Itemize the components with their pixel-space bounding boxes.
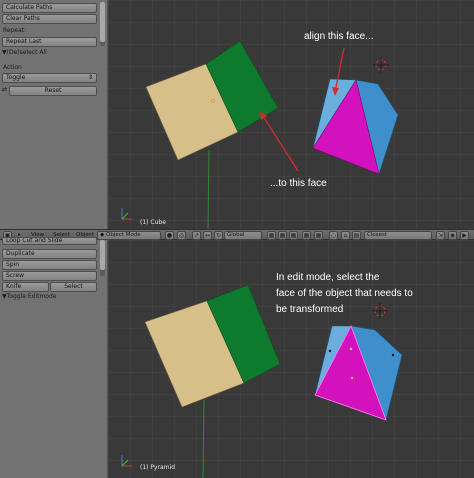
scrollbar-thumb-bottom[interactable] (100, 240, 105, 270)
axis-icon (121, 208, 132, 220)
repeat-heading: Repeat: (3, 27, 27, 34)
orientation-value: Global (227, 232, 245, 238)
tool-shelf-bottom: Loop Cut and Slide Duplicate Spin Screw … (0, 237, 108, 478)
pyramid-object (312, 78, 399, 176)
layer-icon[interactable]: ▦ (267, 231, 276, 240)
scrollbar-thumb[interactable] (100, 2, 105, 42)
layer-icon-5[interactable]: ▦ (314, 231, 323, 240)
layer-icon-3[interactable]: ▦ (289, 231, 298, 240)
vertex-dot-1 (349, 347, 353, 351)
layer-icon-2[interactable]: ▦ (278, 231, 287, 240)
viewport-top[interactable]: align this face... ...to this face (1) C… (108, 0, 474, 229)
z-axis-line-bottom (202, 399, 205, 478)
deselect-all-label: (De)select All (6, 49, 47, 56)
pyramid-object-bottom (314, 325, 403, 422)
tool-shelf-scrollbar-bottom[interactable] (100, 240, 105, 276)
cube-object-bottom (144, 284, 281, 408)
mode-icon: ◆ (100, 232, 105, 238)
action-select-value: Toggle (6, 74, 26, 81)
vertex-dot-3 (328, 349, 332, 353)
shading-icon[interactable]: ● (165, 231, 174, 240)
proportional-edit-icon[interactable]: ◌ (329, 231, 338, 240)
object-name-label: (1) Cube (140, 219, 166, 226)
undo-history-icon[interactable]: ⇄ (2, 86, 7, 94)
vertex-dot-4 (391, 353, 395, 357)
arrow-2 (262, 115, 299, 172)
mode-select[interactable]: ◆ Object Mode (97, 231, 161, 240)
knife-button[interactable]: Knife (2, 282, 49, 292)
annotation-edit-mode-line-3: be transformed (276, 304, 344, 315)
reset-button[interactable]: Reset (9, 86, 97, 96)
spin-button[interactable]: Spin (2, 260, 97, 270)
deselect-all-heading[interactable]: ▼(De)select All (2, 49, 47, 57)
action-select[interactable]: Toggle ⇕ (2, 73, 97, 83)
action-label: Action (3, 64, 22, 71)
tool-shelf-top: Calculate Paths Clear Paths Repeat: Repe… (0, 0, 108, 229)
knife-select-button[interactable]: Select (50, 282, 97, 292)
viewport-bottom[interactable]: In edit mode, select the face of the obj… (108, 240, 474, 478)
loop-cut-button[interactable]: Loop Cut and Slide (2, 237, 97, 245)
3d-cursor-icon-bottom (372, 303, 388, 319)
pivot-icon[interactable]: ◎ (177, 231, 186, 240)
annotation-edit-mode-line-2: face of the object that needs to (276, 288, 413, 299)
3d-cursor-icon (373, 57, 389, 73)
scene-top (121, 40, 399, 229)
render-icon[interactable]: ◉ (448, 231, 457, 240)
translate-icon[interactable]: ↔ (203, 231, 212, 240)
dropdown-icon: ⇕ (87, 74, 93, 81)
vertex-dot-2 (350, 376, 354, 380)
z-axis-line (207, 149, 210, 229)
toggle-editmode-heading[interactable]: ▼Toggle Editmode (2, 293, 56, 301)
annotation-align-face: align this face... (304, 31, 374, 42)
clear-paths-button[interactable]: Clear Paths (2, 14, 97, 24)
orientation-select[interactable]: Global (224, 231, 262, 240)
duplicate-button[interactable]: Duplicate (2, 249, 97, 259)
object-name-label-bottom: (1) Pyramid (140, 464, 176, 471)
tool-shelf-scrollbar[interactable] (100, 2, 105, 46)
axis-icon-bottom (121, 455, 132, 467)
rotate-icon[interactable]: ↻ (214, 231, 223, 240)
snap-icon[interactable]: ⇲ (436, 231, 445, 240)
screw-button[interactable]: Screw (2, 271, 97, 281)
cube-object (145, 40, 279, 161)
annotation-edit-mode-line-1: In edit mode, select the (276, 272, 380, 283)
annotation-to-face: ...to this face (270, 178, 327, 189)
repeat-last-button[interactable]: Repeat Last (2, 37, 97, 47)
snap-target-value: Closest (367, 232, 388, 238)
manipulator-icon[interactable]: ↗ (192, 231, 201, 240)
calculate-paths-button[interactable]: Calculate Paths (2, 3, 97, 13)
mode-value: Object Mode (105, 232, 141, 238)
toggle-editmode-label: Toggle Editmode (6, 293, 57, 300)
layer-icon-4[interactable]: ▦ (302, 231, 311, 240)
render-anim-icon[interactable]: ▶ (460, 231, 469, 240)
snap-toggle-icon[interactable]: ⌂ (341, 231, 350, 240)
snap-element-icon[interactable]: ▤ (352, 231, 361, 240)
snap-target-select[interactable]: Closest (364, 231, 432, 240)
